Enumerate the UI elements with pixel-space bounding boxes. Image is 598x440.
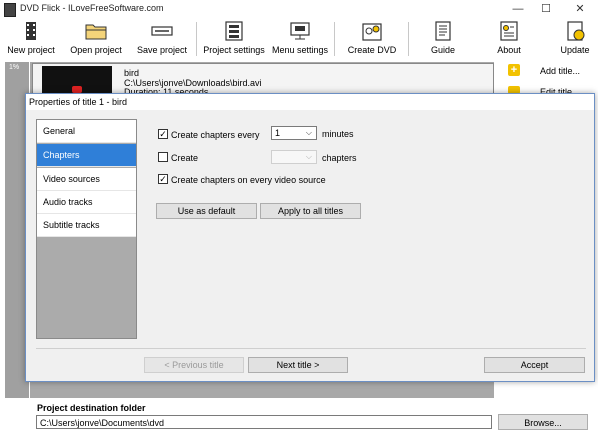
chapter-interval-value: 1	[275, 128, 281, 138]
open-project-button[interactable]: Open project	[68, 18, 124, 60]
save-project-label: Save project	[136, 45, 188, 55]
menu-screen-icon	[289, 21, 311, 41]
update-icon	[564, 21, 586, 41]
guide-icon	[432, 21, 454, 41]
maximize-icon[interactable]: ☐	[536, 2, 556, 16]
chapter-interval-select[interactable]: 1 ⌵	[271, 126, 317, 140]
new-project-button[interactable]: New project	[6, 18, 56, 60]
tab-chapters[interactable]: Chapters	[37, 144, 136, 167]
new-project-label: New project	[7, 45, 55, 55]
accept-button[interactable]: Accept	[484, 357, 585, 373]
toolbar-separator	[334, 22, 335, 56]
dialog-title: Properties of title 1 - bird	[29, 97, 128, 107]
toolbar: New project Open project Save project Pr…	[0, 18, 598, 60]
create-chapters-every-checkbox[interactable]: ✓	[158, 129, 168, 139]
film-strip-icon	[20, 21, 42, 41]
dialog-divider	[36, 348, 586, 349]
chevron-down-icon: ⌵	[305, 128, 312, 137]
about-icon	[498, 21, 520, 41]
tab-video-sources[interactable]: Video sources	[37, 168, 136, 191]
destination-label: Project destination folder	[37, 403, 146, 413]
save-project-button[interactable]: Save project	[136, 18, 188, 60]
settings-panel-icon	[223, 21, 245, 41]
folder-icon	[85, 21, 107, 41]
menu-settings-button[interactable]: Menu settings	[270, 18, 330, 60]
every-video-source-checkbox[interactable]: ✓	[158, 174, 168, 184]
chapters-label: chapters	[322, 153, 357, 163]
open-project-label: Open project	[70, 45, 122, 55]
create-dvd-button[interactable]: Create DVD	[344, 18, 400, 60]
every-video-source-label: Create chapters on every video source	[171, 175, 326, 185]
thumbnail-play-icon	[72, 86, 82, 93]
about-button[interactable]: About	[486, 18, 532, 60]
previous-title-button[interactable]: < Previous title	[144, 357, 244, 373]
create-dvd-icon	[361, 21, 383, 41]
project-settings-button[interactable]: Project settings	[202, 18, 266, 60]
app-icon	[4, 3, 16, 17]
size-percent: 1%	[9, 64, 20, 71]
next-title-button[interactable]: Next title >	[248, 357, 348, 373]
project-settings-label: Project settings	[203, 45, 265, 55]
update-label: Update	[560, 45, 590, 55]
tab-general[interactable]: General	[37, 120, 136, 143]
guide-button[interactable]: Guide	[420, 18, 466, 60]
destination-folder-input[interactable]: C:\Users\jonve\Documents\dvd	[36, 415, 492, 429]
toolbar-separator	[196, 22, 197, 56]
tab-subtitle-tracks[interactable]: Subtitle tracks	[37, 214, 136, 237]
disk-drive-icon	[151, 21, 173, 41]
toolbar-separator	[408, 22, 409, 56]
tab-audio-tracks[interactable]: Audio tracks	[37, 191, 136, 214]
menu-settings-label: Menu settings	[271, 45, 329, 55]
guide-label: Guide	[430, 45, 456, 55]
add-title-button[interactable]: Add title...	[540, 66, 580, 76]
title-name: bird	[124, 68, 140, 78]
chevron-down-icon: ⌵	[305, 152, 312, 161]
create-chapters-every-label: Create chapters every	[171, 130, 260, 140]
use-as-default-button[interactable]: Use as default	[156, 203, 257, 219]
chapter-count-select[interactable]: ⌵	[271, 150, 317, 164]
browse-button[interactable]: Browse...	[498, 414, 588, 430]
update-button[interactable]: Update	[552, 18, 598, 60]
apply-to-all-titles-button[interactable]: Apply to all titles	[260, 203, 361, 219]
window-title: DVD Flick - ILoveFreeSoftware.com	[20, 3, 164, 13]
close-icon[interactable]: ✕	[570, 2, 590, 16]
add-icon[interactable]: +	[508, 64, 520, 76]
create-dvd-label: Create DVD	[347, 45, 397, 55]
create-count-checkbox[interactable]	[158, 152, 168, 162]
create-count-label: Create	[171, 153, 199, 163]
minutes-label: minutes	[322, 129, 354, 139]
minimize-icon[interactable]: —	[508, 2, 528, 16]
about-label: About	[497, 45, 521, 55]
